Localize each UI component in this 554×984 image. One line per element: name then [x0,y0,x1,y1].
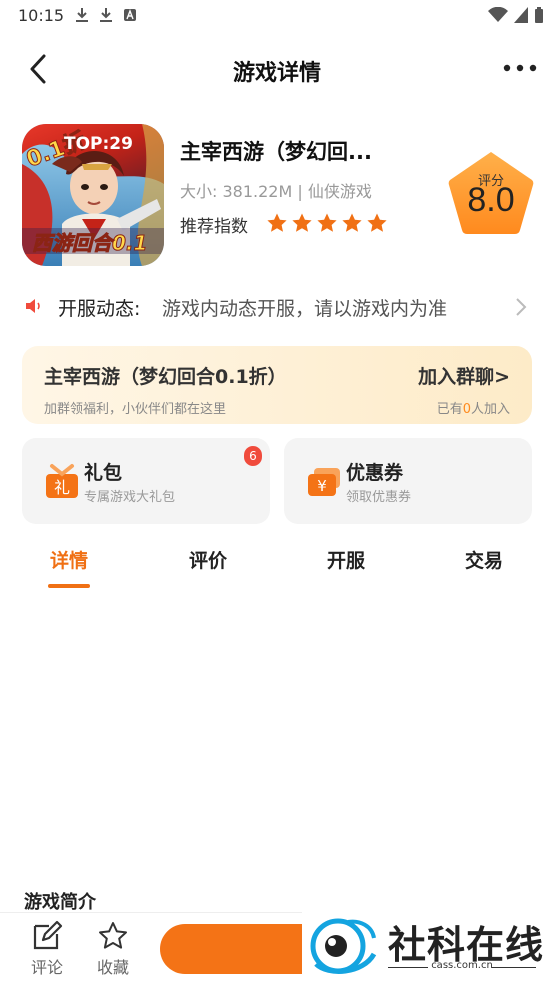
notification-app-icon [124,9,136,21]
svg-text:¥: ¥ [317,477,327,495]
group-chat-card[interactable]: 主宰西游（梦幻回合0.1折） 加群领福利，小伙伴们都在这里 加入群聊> 已有0人… [22,346,532,424]
wifi-icon [488,7,508,22]
star-outline-icon [99,922,127,949]
status-bar: 10:15 [0,0,554,32]
gift-icon: 礼 [46,464,78,498]
comment-label: 评论 [30,958,63,977]
star-icon [317,213,337,232]
game-title: 主宰西游（梦幻回... [180,140,372,164]
server-news-text: 游戏内动态开服，请以游戏内为准 [162,298,448,320]
server-news-row[interactable]: 开服动态: 游戏内动态开服，请以游戏内为准 [24,288,534,326]
download-button[interactable] [160,924,310,974]
tab-trade[interactable]: 交易 [444,546,524,573]
more-icon[interactable] [502,58,538,78]
coupon-icon: ¥ [308,468,340,496]
signal-icon [514,7,528,23]
tab-details[interactable]: 详情 [29,546,109,573]
divider [0,912,304,913]
edit-icon [33,920,63,950]
download-icon [100,8,112,22]
rank-badge: TOP:29 [64,134,133,154]
speaker-icon [26,299,40,313]
top-nav: 游戏详情 [0,40,554,98]
gift-subtitle: 专属游戏大礼包 [84,490,176,505]
tab-servers[interactable]: 开服 [306,546,386,573]
gift-count-badge: 6 [244,446,262,466]
coupon-card[interactable]: ¥ 优惠券 领取优惠券 [284,438,532,524]
page-title: 游戏详情 [232,61,321,86]
watermark-url: cass.com.cn [431,960,493,971]
star-icon [267,213,287,232]
active-tab-indicator [48,584,90,588]
coupon-subtitle: 领取优惠券 [346,490,412,505]
group-title: 主宰西游（梦幻回合0.1折） [44,366,287,388]
battery-icon [535,7,543,23]
favorite-label: 收藏 [96,958,129,977]
star-icon [292,213,312,232]
comment-button[interactable]: 评论 [22,920,72,978]
tab-reviews[interactable]: 评价 [168,546,248,573]
group-subtitle: 加群领福利，小伙伴们都在这里 [44,402,227,417]
favorite-button[interactable]: 收藏 [88,920,138,978]
recommend-label: 推荐指数 [180,217,248,237]
game-meta: 大小: 381.22M | 仙侠游戏 [180,182,372,201]
star-icon [367,213,387,232]
star-icon [342,213,362,232]
svg-text:礼: 礼 [54,478,70,497]
watermark: 社科在线 cass.com.cn [302,912,554,984]
status-time: 10:15 [18,6,65,25]
download-icon [76,8,88,22]
score-value: 8.0 [467,181,515,219]
watermark-logo-icon [310,918,377,974]
intro-heading: 游戏简介 [24,892,96,913]
coupon-title: 优惠券 [346,462,404,484]
server-news-label: 开服动态: [58,298,141,320]
detail-tabs: 详情 评价 开服 交易 [0,544,554,594]
gift-pack-card[interactable]: 礼 礼包 专属游戏大礼包 6 [22,438,270,524]
join-count: 已有0人加入 [436,402,510,417]
join-group-button[interactable]: 加入群聊> [418,362,510,389]
gift-title: 礼包 [84,462,123,484]
svg-text:西游回合0.1: 西游回合0.1 [32,231,147,255]
chevron-right-icon [516,298,527,316]
recommend-stars [266,212,388,234]
